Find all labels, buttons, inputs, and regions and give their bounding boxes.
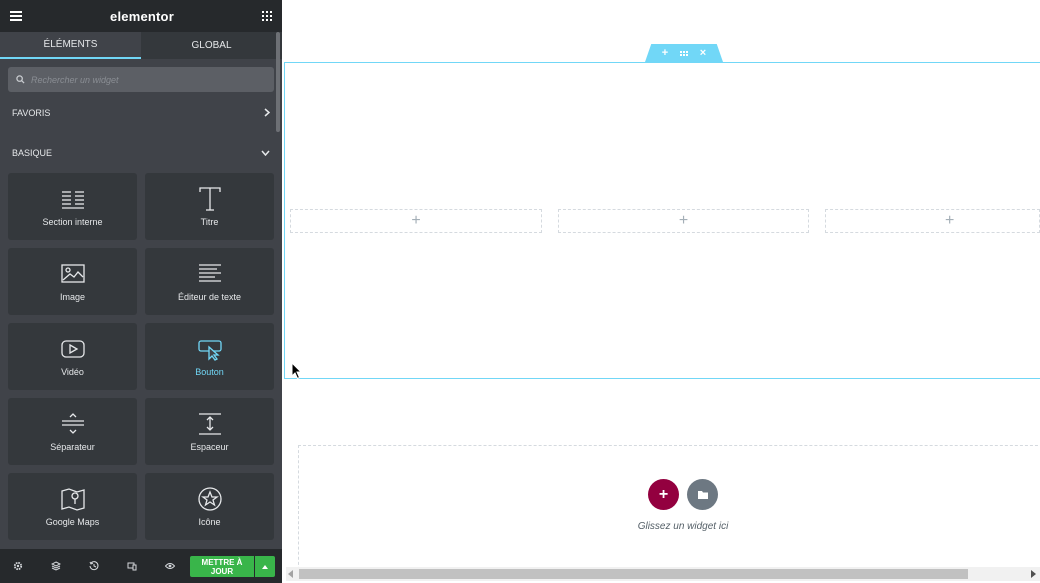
widget-label: Bouton — [195, 367, 224, 377]
panel-header: elementor — [0, 0, 282, 32]
add-icon: + — [678, 212, 689, 229]
widget-label: Icône — [198, 517, 221, 527]
close-icon[interactable]: × — [698, 48, 708, 59]
menu-icon[interactable] — [10, 11, 22, 21]
widget-label: Section interne — [42, 217, 103, 227]
chevron-down-icon — [261, 150, 270, 156]
widget-divider[interactable]: Séparateur — [8, 398, 137, 465]
category-label: FAVORIS — [12, 107, 51, 118]
add-template-button[interactable] — [687, 479, 718, 510]
category-label: BASIQUE — [12, 148, 53, 158]
google-maps-icon — [60, 488, 85, 511]
panel-tabs: ÉLÉMENTS GLOBAL — [0, 32, 282, 59]
search-icon — [16, 75, 25, 84]
eye-icon — [165, 563, 175, 569]
text-editor-icon — [198, 264, 221, 282]
inner-section-icon — [61, 191, 84, 209]
widget-label: Séparateur — [50, 442, 95, 452]
responsive-icon — [127, 562, 137, 571]
horizontal-scrollbar[interactable] — [286, 567, 1040, 581]
widget-label: Éditeur de texte — [177, 292, 242, 302]
widget-grid: Section interne Titre Image Éditeur de t… — [0, 173, 282, 540]
widget-label: Google Maps — [45, 517, 100, 527]
plus-icon: + — [658, 485, 669, 503]
scrollbar-thumb[interactable] — [299, 569, 968, 579]
category-favoris[interactable]: FAVORIS — [0, 92, 282, 133]
update-button[interactable]: METTRE À JOUR — [190, 556, 254, 577]
category-basique[interactable]: BASIQUE — [0, 133, 282, 173]
elementor-editor: elementor ÉLÉMENTS GLOBAL FAVORIS — [0, 0, 1040, 583]
preview-button[interactable] — [164, 560, 176, 572]
widget-label: Vidéo — [61, 367, 84, 377]
folder-icon — [697, 490, 708, 499]
history-button[interactable] — [88, 560, 100, 572]
panel-footer: METTRE À JOUR — [0, 549, 282, 583]
add-icon: + — [945, 212, 955, 229]
column-empty[interactable]: + — [558, 209, 809, 233]
spacer-icon — [198, 413, 221, 435]
gear-icon — [13, 561, 23, 571]
tab-elements[interactable]: ÉLÉMENTS — [0, 32, 141, 59]
caret-up-icon — [262, 564, 268, 569]
update-button-label: METTRE À JOUR — [201, 557, 243, 576]
preview-canvas: + × + + + + Glissez un widget ici — [282, 0, 1040, 583]
search-wrapper — [0, 59, 282, 92]
search-input[interactable] — [31, 74, 251, 85]
tab-global[interactable]: GLOBAL — [141, 32, 282, 59]
elementor-logo: elementor — [110, 8, 174, 24]
add-section-button[interactable]: + — [648, 479, 679, 510]
widget-label: Titre — [200, 217, 219, 227]
scroll-right-icon[interactable] — [1031, 570, 1036, 578]
divider-icon — [61, 413, 84, 434]
widget-button[interactable]: Bouton — [145, 323, 274, 390]
scroll-left-icon[interactable] — [288, 570, 293, 578]
panel-scrollbar[interactable] — [276, 32, 280, 132]
history-icon — [89, 561, 99, 571]
widget-video[interactable]: Vidéo — [8, 323, 137, 390]
widget-inner-section[interactable]: Section interne — [8, 173, 137, 240]
search-box — [8, 67, 274, 92]
add-icon[interactable]: + — [660, 48, 670, 59]
video-icon — [60, 340, 85, 358]
column-empty[interactable]: + — [290, 209, 542, 233]
layers-icon — [51, 561, 61, 571]
editor-panel: elementor ÉLÉMENTS GLOBAL FAVORIS — [0, 0, 282, 583]
widget-heading[interactable]: Titre — [145, 173, 274, 240]
widget-spacer[interactable]: Espaceur — [145, 398, 274, 465]
section-handle: + × — [645, 44, 723, 62]
widget-text-editor[interactable]: Éditeur de texte — [145, 248, 274, 315]
add-section-dropzone[interactable] — [298, 445, 1040, 575]
column-empty[interactable]: + — [825, 209, 1040, 233]
chevron-right-icon — [264, 108, 270, 117]
widgets-grid-icon[interactable] — [262, 11, 272, 21]
widget-image[interactable]: Image — [8, 248, 137, 315]
navigator-button[interactable] — [50, 560, 62, 572]
widget-label: Image — [59, 292, 85, 302]
mouse-cursor-icon — [291, 362, 303, 380]
button-icon — [197, 340, 222, 361]
widget-google-maps[interactable]: Google Maps — [8, 473, 137, 540]
heading-icon — [198, 187, 221, 211]
widget-icon[interactable]: Icône — [145, 473, 274, 540]
widget-label: Espaceur — [190, 442, 229, 452]
star-icon — [197, 487, 222, 511]
drag-handle-icon[interactable] — [680, 50, 688, 56]
dropzone-text: Glissez un widget ici — [637, 521, 729, 532]
image-icon — [60, 264, 85, 283]
settings-button[interactable] — [12, 560, 24, 572]
responsive-button[interactable] — [126, 560, 138, 572]
save-options-button[interactable] — [255, 556, 275, 577]
add-icon: + — [411, 212, 421, 229]
